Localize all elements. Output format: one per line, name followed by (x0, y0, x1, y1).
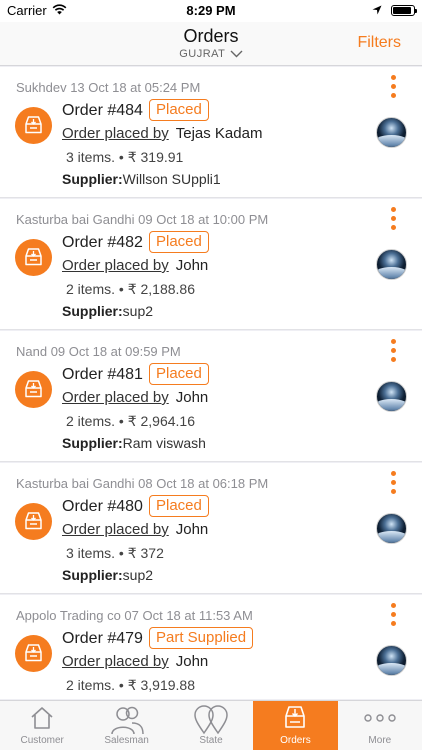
tab-orders-label: Orders (280, 735, 311, 746)
status-badge: Placed (149, 363, 209, 385)
avatar (376, 645, 407, 676)
supplier-row: Supplier:Ram viswash (62, 435, 206, 451)
clock: 8:29 PM (186, 3, 236, 18)
tab-state[interactable]: State (169, 701, 253, 750)
order-icon (15, 635, 52, 672)
orders-tray-icon (285, 706, 306, 728)
avatar (376, 513, 407, 544)
supplier-row: Supplier:sup2 (62, 303, 153, 319)
order-number: Order #480 (62, 498, 143, 515)
placed-by-name: John (175, 389, 209, 406)
tab-orders[interactable]: Orders (253, 701, 338, 750)
state-selector-label: GUJRAT (179, 48, 226, 60)
status-badge: Placed (149, 495, 209, 517)
order-header: Appolo Trading co 07 Oct 18 at 11:53 AM (16, 608, 253, 623)
order-card[interactable]: Appolo Trading co 07 Oct 18 at 11:53 AM … (0, 595, 422, 699)
status-bar: Carrier 8:29 PM (0, 0, 422, 22)
items-summary: 3 items. • ₹ 319.91 (66, 149, 184, 165)
order-card[interactable]: Sukhdev 13 Oct 18 at 05:24 PM Order #484… (0, 67, 422, 198)
order-icon (15, 371, 52, 408)
avatar (376, 117, 407, 148)
tab-customer[interactable]: Customer (0, 701, 84, 750)
map-pin-icon (194, 705, 228, 735)
supplier-name: sup2 (122, 303, 154, 319)
tab-bar: Customer Salesman State Orders More (0, 700, 422, 750)
more-options-icon[interactable] (389, 603, 397, 631)
status-badge: Placed (149, 99, 209, 121)
home-icon (31, 707, 53, 729)
supplier-row: Supplier:sup2 (62, 567, 153, 583)
order-icon (15, 239, 52, 276)
more-options-icon[interactable] (389, 471, 397, 499)
order-number: Order #479 (62, 630, 143, 647)
avatar (376, 381, 407, 412)
supplier-row: Supplier:Willson SUppli1 (62, 171, 221, 187)
supplier-name: Ram viswash (122, 435, 206, 451)
supplier-name: Willson SUppli1 (122, 171, 221, 187)
orders-list[interactable]: Sukhdev 13 Oct 18 at 05:24 PM Order #484… (0, 67, 422, 699)
placed-by-name: John (175, 653, 209, 670)
placed-by-link[interactable]: Order placed by (62, 653, 169, 670)
placed-by-row: Order placed by John (62, 653, 208, 670)
items-summary: 2 items. • ₹ 2,188.86 (66, 281, 195, 297)
order-card[interactable]: Nand 09 Oct 18 at 09:59 PM Order #481 Pl… (0, 331, 422, 462)
supplier-label: Supplier: (62, 567, 123, 583)
supplier-label: Supplier: (62, 435, 123, 451)
navigation-bar: Orders GUJRAT Filters (0, 22, 422, 66)
more-options-icon[interactable] (389, 339, 397, 367)
avatar (376, 249, 407, 280)
tab-more-label: More (368, 735, 392, 746)
placed-by-name: John (175, 521, 209, 538)
battery-level (393, 7, 411, 14)
order-header: Nand 09 Oct 18 at 09:59 PM (16, 344, 181, 359)
items-summary: 3 items. • ₹ 372 (66, 545, 164, 561)
placed-by-row: Order placed by Tejas Kadam (62, 125, 262, 142)
order-number: Order #484 (62, 102, 143, 119)
placed-by-row: Order placed by John (62, 257, 208, 274)
tab-state-label: State (199, 735, 223, 746)
placed-by-link[interactable]: Order placed by (62, 521, 169, 538)
placed-by-row: Order placed by John (62, 521, 208, 538)
status-badge: Placed (149, 231, 209, 253)
supplier-label: Supplier: (62, 171, 123, 187)
battery-icon (391, 5, 417, 16)
more-dots-icon (364, 714, 396, 722)
order-card[interactable]: Kasturba bai Gandhi 09 Oct 18 at 10:00 P… (0, 199, 422, 330)
supplier-label: Supplier: (62, 303, 123, 319)
status-badge: Part Supplied (149, 627, 254, 649)
supplier-name: sup2 (122, 567, 154, 583)
items-summary: 2 items. • ₹ 2,964.16 (66, 413, 195, 429)
items-summary: 2 items. • ₹ 3,919.88 (66, 677, 195, 693)
order-card[interactable]: Kasturba bai Gandhi 08 Oct 18 at 06:18 P… (0, 463, 422, 594)
placed-by-name: Tejas Kadam (175, 125, 263, 142)
more-options-icon[interactable] (389, 75, 397, 103)
tab-more[interactable]: More (338, 701, 422, 750)
tab-salesman-label: Salesman (104, 735, 149, 746)
order-header: Kasturba bai Gandhi 09 Oct 18 at 10:00 P… (16, 212, 269, 227)
placed-by-name: John (175, 257, 209, 274)
order-icon (15, 503, 52, 540)
tab-salesman[interactable]: Salesman (84, 701, 168, 750)
order-header: Kasturba bai Gandhi 08 Oct 18 at 06:18 P… (16, 476, 269, 491)
tab-customer-label: Customer (20, 735, 64, 746)
placed-by-row: Order placed by John (62, 389, 208, 406)
filters-button[interactable]: Filters (357, 34, 401, 52)
people-icon (110, 706, 144, 735)
placed-by-link[interactable]: Order placed by (62, 257, 169, 274)
more-options-icon[interactable] (389, 207, 397, 235)
placed-by-link[interactable]: Order placed by (62, 125, 169, 142)
order-number: Order #481 (62, 366, 143, 383)
order-header: Sukhdev 13 Oct 18 at 05:24 PM (16, 80, 201, 95)
order-icon (15, 107, 52, 144)
placed-by-link[interactable]: Order placed by (62, 389, 169, 406)
order-number: Order #482 (62, 234, 143, 251)
chevron-down-icon (230, 50, 243, 58)
location-arrow-icon (372, 5, 382, 15)
